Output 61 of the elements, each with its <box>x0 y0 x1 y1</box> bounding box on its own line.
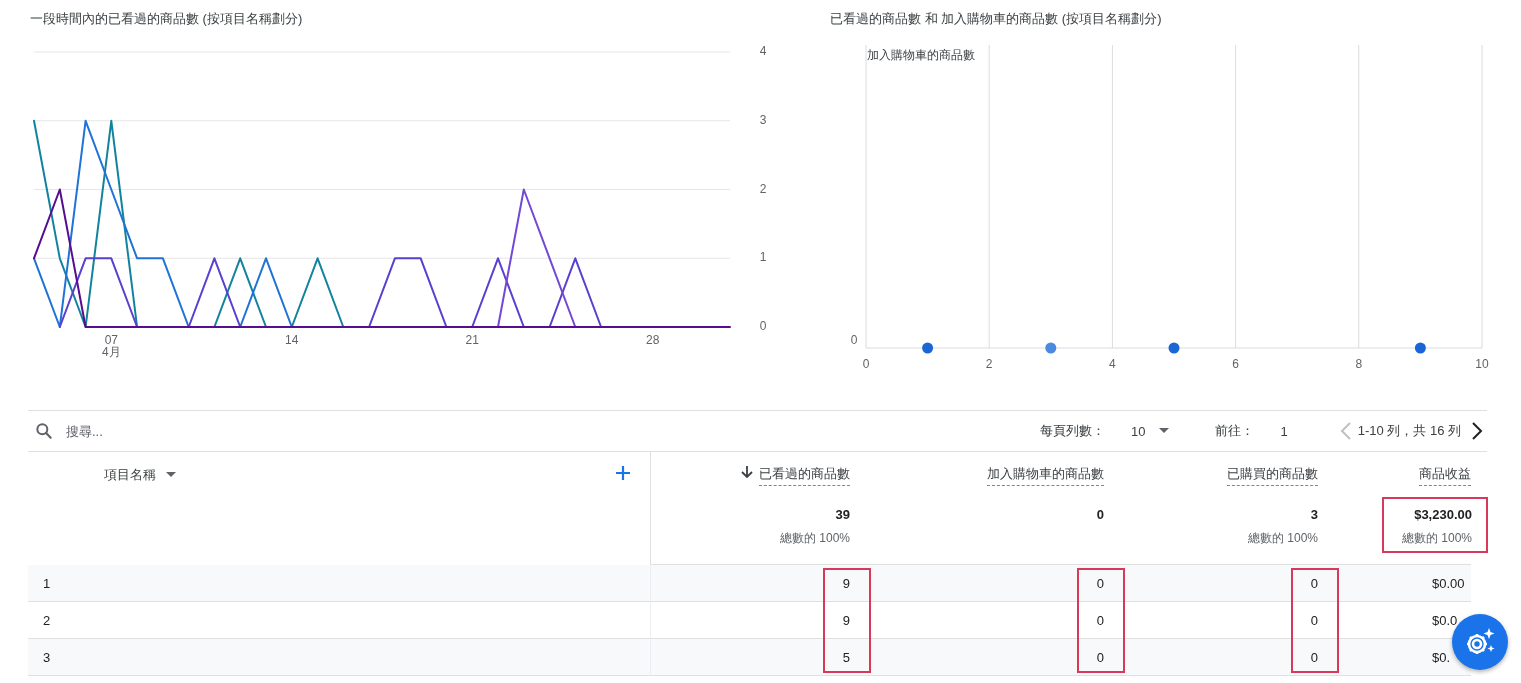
axis-label: 4 <box>1109 357 1116 371</box>
total-value: 39 <box>835 507 850 522</box>
table-cell: 0 <box>1310 649 1318 665</box>
rows-per-page-label: 每頁列數： <box>1039 422 1105 440</box>
axis-title: 加入購物車的商品數 <box>867 48 975 62</box>
table-cell: 5 <box>842 649 850 665</box>
total-share: 總數的 100% <box>779 530 850 547</box>
axis-label: 6 <box>1232 357 1239 371</box>
column-header[interactable]: 已購買的商品數 <box>1227 465 1318 486</box>
axis-label: 28 <box>646 333 660 347</box>
caret-icon <box>1159 428 1170 434</box>
column-header[interactable]: 加入購物車的商品數 <box>987 465 1104 486</box>
scatter-point <box>922 342 934 354</box>
row-index: 1 <box>43 575 51 591</box>
chart-title: 已看過的商品數 和 加入購物車的商品數 (按項目名稱劃分) <box>830 10 1162 28</box>
table-cell: 0 <box>1310 575 1318 591</box>
chart-title: 一段時間內的已看過的商品數 (按項目名稱劃分) <box>30 10 303 28</box>
table-cell: 9 <box>842 612 850 628</box>
go-to-label: 前往： <box>1215 422 1255 440</box>
page-range: 1-10 列，共 16 列 <box>1357 422 1461 440</box>
axis-label: 2 <box>985 357 993 371</box>
axis-label: 2 <box>759 181 767 196</box>
axis-label: 21 <box>465 333 479 347</box>
axis-label: 0 <box>759 319 767 334</box>
search-icon <box>34 421 54 441</box>
table-cell: 0 <box>1096 649 1104 665</box>
table-cell: $0.0 <box>1432 612 1458 628</box>
table-cell: 0 <box>1096 612 1104 628</box>
total-share: 總數的 100% <box>1401 530 1472 547</box>
table-cell: 0 <box>1096 575 1104 591</box>
caret-icon <box>166 472 176 478</box>
table-cell: $0.00 <box>1432 575 1465 591</box>
axis-label: 3 <box>759 112 767 127</box>
axis-label: 1 <box>759 250 767 265</box>
axis-label: 07 <box>104 333 118 347</box>
row-index: 3 <box>43 649 51 665</box>
column-header[interactable]: 商品收益 <box>1419 465 1471 486</box>
table-cell: 9 <box>842 575 850 591</box>
scatter-point <box>1045 342 1057 354</box>
add-icon[interactable] <box>616 466 630 480</box>
next-page-button[interactable] <box>1471 422 1483 440</box>
axis-label: 4月 <box>102 345 121 359</box>
axis-label: 14 <box>285 333 299 347</box>
axis-label: 10 <box>1475 357 1489 371</box>
total-share: 總數的 100% <box>1247 530 1318 547</box>
axis-label: 8 <box>1355 357 1363 371</box>
total-value: 3 <box>1310 507 1318 522</box>
scatter-point <box>1168 342 1180 354</box>
table-cell: 0 <box>1310 612 1318 628</box>
axis-label: 0 <box>850 333 858 347</box>
column-sort-menu[interactable]: 項目名稱 <box>104 466 176 484</box>
total-value: $3,230.00 <box>1414 507 1472 522</box>
table-cell: $0. <box>1432 649 1451 665</box>
axis-label: 0 <box>862 357 870 371</box>
axis-label: 4 <box>759 44 767 59</box>
column-header[interactable]: 已看過的商品數 <box>759 465 850 486</box>
scatter-point <box>1414 342 1426 354</box>
page-field[interactable]: 1 <box>1280 423 1288 439</box>
total-value: 0 <box>1096 507 1104 522</box>
rows-per-page-dropdown[interactable]: 10 <box>1130 423 1170 439</box>
row-index: 2 <box>43 612 51 628</box>
